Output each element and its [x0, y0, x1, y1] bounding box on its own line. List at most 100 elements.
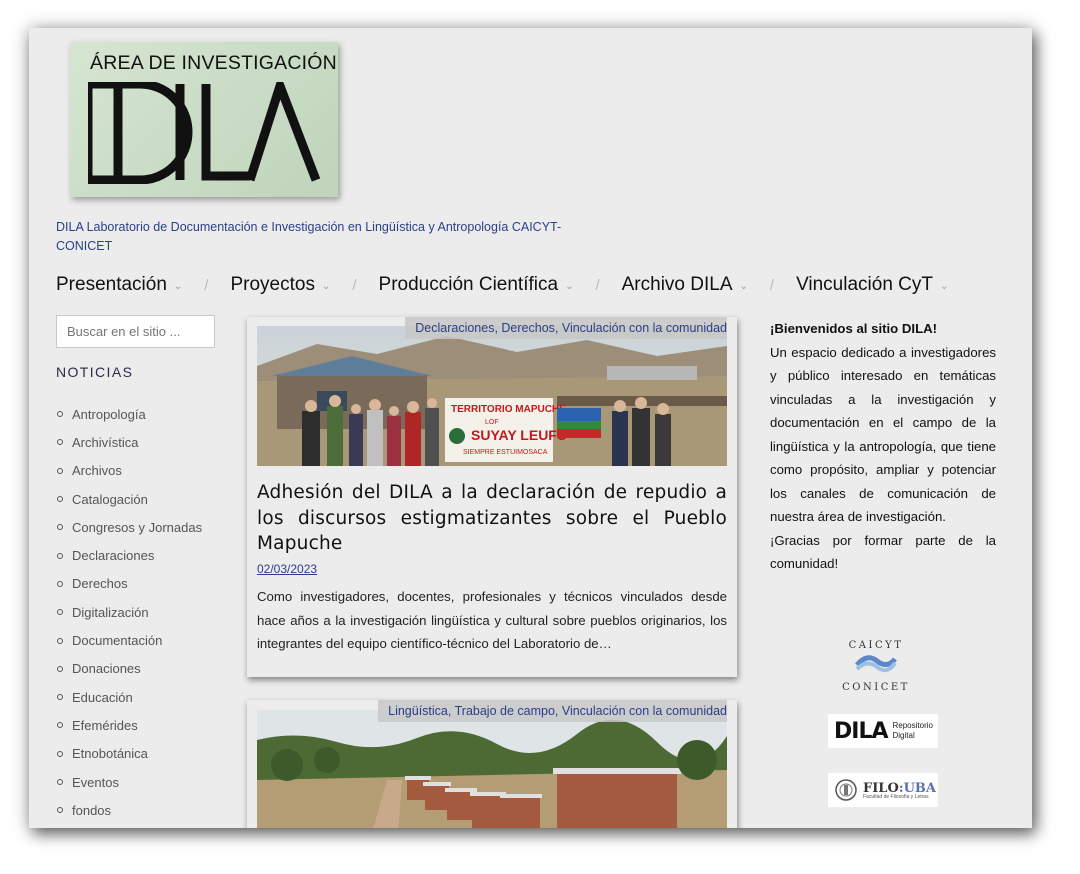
bullet-icon — [57, 580, 63, 587]
bullet-icon — [57, 807, 63, 814]
bullet-icon — [57, 779, 63, 785]
nav-item-label: Archivo DILA — [621, 274, 733, 295]
category-link[interactable]: Catalogación — [72, 492, 148, 507]
bullet-icon — [57, 609, 63, 616]
list-item[interactable]: Archivística — [56, 428, 202, 456]
category-link[interactable]: Educación — [72, 690, 133, 705]
dila-logotype — [88, 82, 320, 184]
list-item[interactable]: Catalogación — [56, 485, 202, 513]
category-link[interactable]: fondos — [72, 803, 111, 818]
bullet-icon — [57, 694, 63, 701]
category-link[interactable]: Eventos — [72, 775, 119, 790]
bullet-icon — [57, 665, 63, 672]
post-thumbnail[interactable]: TERRITORIO MAPUCHE LOF SUYAY LEUFU SIEMP… — [257, 326, 727, 466]
post-excerpt: Como investigadores, docentes, profesion… — [257, 589, 727, 651]
caicyt-conicet-logo[interactable]: CAICYT CONICET — [841, 640, 911, 693]
nav-item-label: Proyectos — [230, 274, 315, 295]
site-tagline[interactable]: DILA Laboratorio de Documentación e Inve… — [56, 218, 576, 256]
chevron-down-icon: ⌄ — [940, 280, 949, 292]
nav-item-archivo-dila[interactable]: Archivo DILA ⌄ — [622, 274, 748, 296]
list-item[interactable]: Congresos y Jornadas — [56, 513, 202, 541]
list-item[interactable]: Documentación — [56, 626, 202, 654]
bullet-icon — [57, 524, 63, 531]
category-link[interactable]: Etnobotánica — [72, 746, 148, 761]
category-link[interactable]: Digitalización — [72, 605, 149, 620]
repositorio-digital-logo[interactable]: DILA Repositorio Digital — [828, 714, 938, 748]
welcome-thanks: ¡Gracias por formar parte de la comunida… — [770, 532, 996, 572]
category-link[interactable]: Derechos — [72, 576, 128, 591]
list-item[interactable]: Digitalización — [56, 598, 202, 626]
post-category-links[interactable]: Lingüística, Trabajo de campo, Vinculaci… — [388, 704, 727, 718]
category-link[interactable]: Documentación — [72, 633, 162, 648]
list-item[interactable]: Donaciones — [56, 655, 202, 683]
category-link[interactable]: Donaciones — [72, 661, 141, 676]
category-link[interactable]: Archivística — [72, 435, 138, 450]
list-item[interactable]: Archivos — [56, 457, 202, 485]
post-date[interactable]: 02/03/2023 — [257, 562, 317, 576]
news-heading: NOTICIAS — [56, 364, 134, 380]
bullet-icon — [57, 552, 63, 559]
search-input[interactable] — [56, 315, 215, 348]
welcome-body: Un espacio dedicado a investigadores y p… — [770, 344, 996, 525]
chevron-down-icon: ⌄ — [565, 280, 574, 292]
bullet-icon — [57, 467, 63, 474]
nav-item-presentacion[interactable]: Presentación ⌄ — [56, 274, 182, 296]
category-link[interactable]: Antropología — [72, 407, 146, 422]
post-card: Declaraciones, Derechos, Vinculación con… — [247, 317, 737, 677]
list-item[interactable]: fondos — [56, 796, 202, 824]
logo-subtitle: ÁREA DE INVESTIGACIÓN — [90, 52, 337, 74]
post-thumbnail[interactable] — [257, 710, 727, 828]
banner-line2: LOF — [485, 419, 499, 426]
repo-label-line1: Repositorio — [892, 721, 933, 730]
caicyt-emblem-icon — [855, 655, 897, 673]
post-card: Lingüística, Trabajo de campo, Vinculaci… — [247, 700, 737, 828]
filo-uba-logo[interactable]: FILO:UBA Facultad de Filosofía y Letras — [828, 773, 938, 807]
nav-separator: / — [352, 276, 357, 294]
category-link[interactable]: Declaraciones — [72, 548, 154, 563]
main-nav: Presentación ⌄ / Proyectos ⌄ / Producció… — [56, 271, 948, 299]
list-item[interactable]: Educación — [56, 683, 202, 711]
post-categories[interactable]: Declaraciones, Derechos, Vinculación con… — [405, 317, 727, 339]
chevron-down-icon: ⌄ — [173, 280, 183, 292]
filo-subtitle: Facultad de Filosofía y Letras — [863, 793, 929, 800]
list-item[interactable]: Antropología — [56, 400, 202, 428]
nav-item-label: Presentación — [56, 274, 167, 295]
welcome-heading: ¡Bienvenidos al sitio DILA! — [770, 321, 938, 336]
list-item[interactable]: Efemérides — [56, 711, 202, 739]
repo-label: Repositorio Digital — [893, 721, 933, 741]
bullet-icon — [57, 439, 63, 446]
category-link[interactable]: Congresos y Jornadas — [72, 520, 202, 535]
bullet-icon — [57, 637, 63, 644]
nav-separator: / — [204, 276, 209, 294]
post-title[interactable]: Adhesión del DILA a la declaración de re… — [257, 480, 727, 557]
nav-separator: / — [769, 276, 775, 294]
repo-label-line2: Digital — [892, 731, 915, 740]
bullet-icon — [57, 411, 63, 418]
nav-item-proyectos[interactable]: Proyectos ⌄ — [230, 274, 330, 296]
nav-item-label: Vinculación CyT — [796, 274, 933, 295]
category-link[interactable]: Archivos — [72, 463, 122, 478]
category-link[interactable]: Efemérides — [72, 718, 138, 733]
nav-item-produccion-cientifica[interactable]: Producción Científica ⌄ — [379, 274, 574, 296]
page-frame: ÁREA DE INVESTIGACIÓN DILA Laboratorio d… — [29, 28, 1032, 828]
nav-separator: / — [595, 276, 600, 294]
list-item[interactable]: Etnobotánica — [56, 740, 202, 768]
nav-item-label: Producción Científica — [378, 274, 559, 295]
post-category-links[interactable]: Declaraciones, Derechos, Vinculación con… — [415, 321, 727, 335]
nav-item-vinculacion-cyt[interactable]: Vinculación CyT ⌄ — [796, 274, 948, 296]
post-categories[interactable]: Lingüística, Trabajo de campo, Vinculaci… — [378, 700, 727, 722]
list-item[interactable]: Declaraciones — [56, 541, 202, 569]
conicet-label: CONICET — [842, 682, 910, 693]
list-item[interactable]: Derechos — [56, 570, 202, 598]
site-logo[interactable]: ÁREA DE INVESTIGACIÓN — [70, 42, 338, 197]
banner-line4: SIEMPRE ESTUIMOSACA — [463, 449, 548, 456]
list-item[interactable]: Eventos — [56, 768, 202, 796]
chevron-down-icon: ⌄ — [739, 280, 748, 292]
filo-seal-icon — [835, 779, 857, 801]
banner-line3: SUYAY LEUFU — [471, 427, 567, 443]
caicyt-label: CAICYT — [848, 640, 904, 651]
welcome-text: ¡Bienvenidos al sitio DILA! Un espacio d… — [770, 317, 996, 576]
banner-line1: TERRITORIO MAPUCHE — [451, 404, 566, 415]
chevron-down-icon: ⌄ — [321, 280, 331, 292]
bullet-icon — [57, 496, 63, 503]
